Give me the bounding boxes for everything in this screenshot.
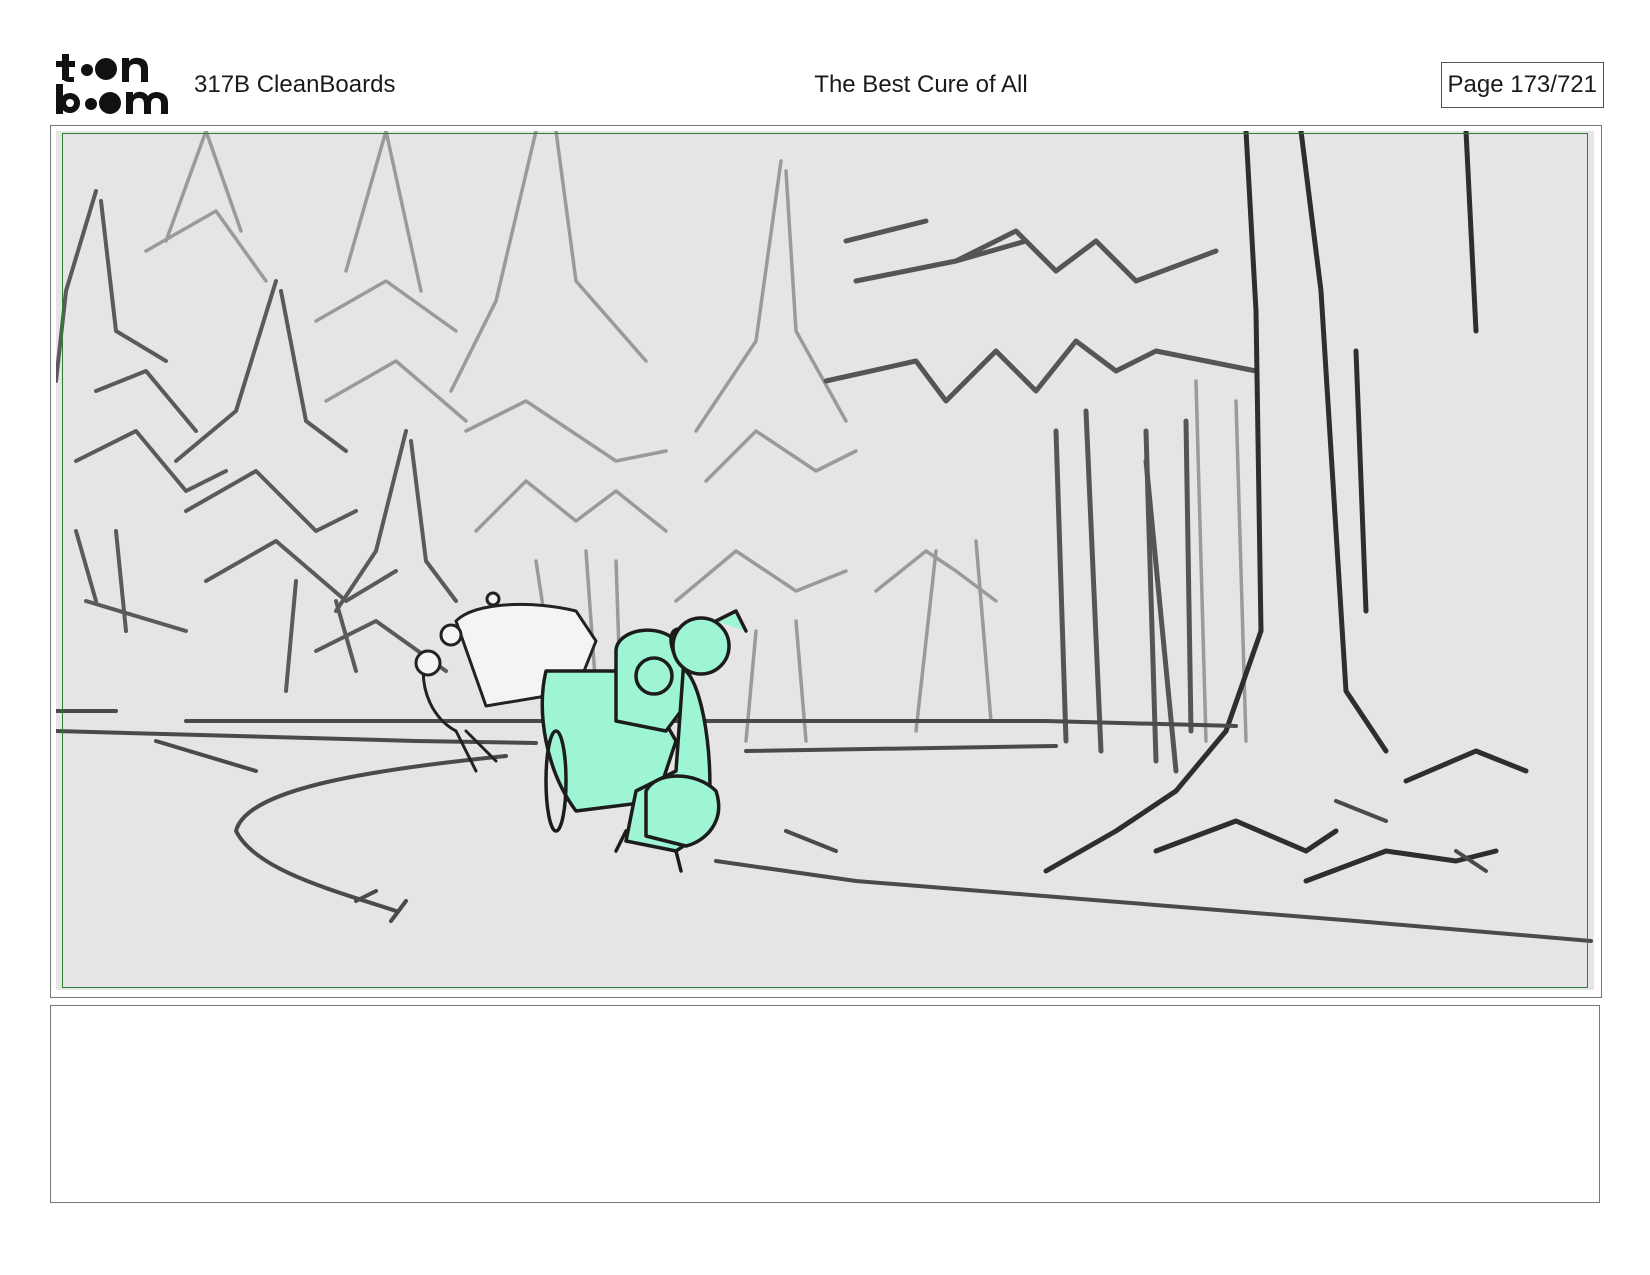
tree-trunk <box>1043 131 1529 884</box>
panel-artwork <box>56 131 1594 990</box>
page-counter: Page 173/721 <box>1440 62 1604 108</box>
ground-lines <box>56 709 1593 943</box>
foreground-pine <box>823 218 1259 774</box>
forest-sketch-drawing <box>56 131 1593 943</box>
storyboard-panel <box>50 125 1602 998</box>
panel-notes-box[interactable] <box>50 1005 1600 1203</box>
sequence-title: The Best Cure of All <box>814 71 1028 98</box>
